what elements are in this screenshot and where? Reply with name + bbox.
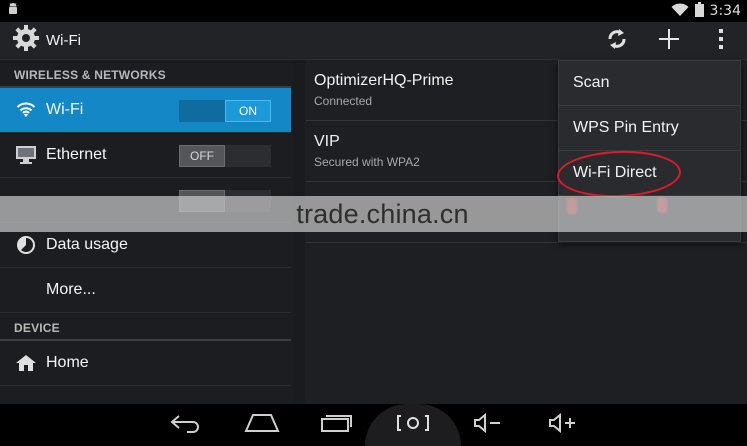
sidebar-item-label: More... xyxy=(46,281,96,298)
add-network-button[interactable] xyxy=(643,22,695,60)
menu-item-scan[interactable]: Scan xyxy=(559,61,740,106)
pane-divider xyxy=(293,60,305,404)
volume-up-button[interactable] xyxy=(533,404,593,446)
ethernet-toggle-state: OFF xyxy=(179,145,225,167)
overflow-menu-button[interactable] xyxy=(695,22,747,60)
add-icon xyxy=(657,27,681,56)
volume-up-icon xyxy=(548,412,578,438)
volume-down-icon xyxy=(473,412,503,438)
action-bar: Wi-Fi xyxy=(0,22,747,60)
home-icon xyxy=(14,351,38,375)
overflow-menu-icon xyxy=(717,27,725,56)
sidebar-item-label: Home xyxy=(46,354,89,371)
recent-apps-icon xyxy=(320,413,354,438)
sidebar-item-label: Wi-Fi xyxy=(46,101,84,118)
sidebar-item-more[interactable]: More... xyxy=(0,268,291,313)
recent-apps-button[interactable] xyxy=(307,404,367,446)
battery-icon xyxy=(694,2,704,20)
home-nav-icon xyxy=(244,413,280,438)
status-bar: 3:34 xyxy=(0,0,747,22)
sidebar-item-ethernet[interactable]: Ethernet OFF xyxy=(0,133,291,178)
android-debug-icon xyxy=(6,2,20,21)
watermark-band: trade.china.cn xyxy=(0,196,747,232)
ethernet-toggle[interactable]: OFF xyxy=(179,145,271,167)
screenshot-button[interactable] xyxy=(383,404,443,446)
page-title: Wi-Fi xyxy=(46,32,81,49)
status-time: 3:34 xyxy=(709,3,741,19)
back-button[interactable] xyxy=(156,404,216,446)
section-header-device: DEVICE xyxy=(0,313,291,341)
sidebar-item-home[interactable]: Home xyxy=(0,341,291,386)
wps-push-button[interactable] xyxy=(591,22,643,60)
data-usage-icon xyxy=(14,233,38,257)
android-settings-screen: 3:34 Wi-Fi WIRELESS & NETWORKS Wi-Fi ON … xyxy=(0,0,747,446)
wps-push-icon xyxy=(604,26,630,57)
watermark-text: trade.china.cn xyxy=(296,198,469,229)
settings-gear-icon[interactable] xyxy=(12,24,40,57)
sidebar-item-label: Ethernet xyxy=(46,146,107,163)
home-nav-button[interactable] xyxy=(232,404,292,446)
volume-down-button[interactable] xyxy=(458,404,518,446)
wifi-signal-icon xyxy=(671,2,689,20)
wifi-toggle-state: ON xyxy=(225,100,271,122)
wifi-icon xyxy=(14,98,38,122)
settings-sidebar: WIRELESS & NETWORKS Wi-Fi ON Ethernet OF… xyxy=(0,60,293,404)
section-header-wireless: WIRELESS & NETWORKS xyxy=(0,60,291,88)
ethernet-monitor-icon xyxy=(14,143,38,167)
wifi-toggle[interactable]: ON xyxy=(179,100,271,122)
sidebar-item-wifi[interactable]: Wi-Fi ON xyxy=(0,88,291,133)
screenshot-icon xyxy=(396,413,430,438)
sidebar-item-label: Data usage xyxy=(46,236,128,253)
menu-item-wps-pin-entry[interactable]: WPS Pin Entry xyxy=(559,106,740,151)
back-icon xyxy=(169,413,203,438)
